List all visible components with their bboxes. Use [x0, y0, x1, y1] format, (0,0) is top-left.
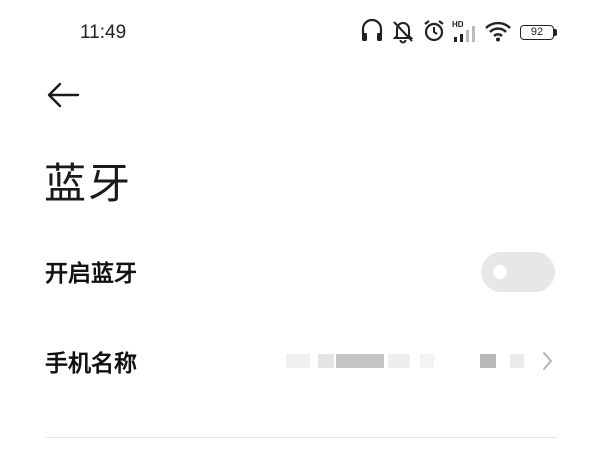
toggle-knob	[493, 265, 507, 279]
redacted-block	[336, 354, 384, 368]
alarm-icon	[422, 18, 446, 48]
status-icons: HD 92	[360, 18, 560, 48]
redacted-block	[480, 354, 496, 368]
bluetooth-toggle-switch[interactable]	[481, 252, 555, 292]
page-title: 蓝牙	[44, 159, 133, 208]
bluetooth-toggle-label: 开启蓝牙	[45, 261, 137, 287]
redacted-block	[510, 354, 524, 368]
battery-tip	[554, 29, 557, 36]
device-name-value	[280, 350, 530, 372]
status-bar: 11:49 HD 92	[0, 0, 600, 66]
wifi-icon	[484, 18, 512, 48]
hd-signal-icon: HD	[452, 18, 480, 48]
redacted-block	[318, 354, 334, 368]
headphones-icon	[360, 18, 384, 48]
device-name-row[interactable]: 手机名称	[0, 326, 600, 396]
battery-icon: 92	[520, 25, 554, 40]
status-time: 11:49	[80, 22, 127, 43]
redacted-block	[388, 354, 410, 368]
arrow-left-icon	[47, 82, 80, 108]
redacted-block	[420, 354, 434, 368]
back-button[interactable]	[44, 78, 84, 112]
redacted-block	[286, 354, 310, 368]
divider	[45, 437, 557, 438]
muted-bell-icon	[390, 18, 416, 48]
device-name-label: 手机名称	[45, 351, 137, 377]
chevron-right-icon	[540, 350, 554, 376]
bluetooth-toggle-row[interactable]: 开启蓝牙	[0, 236, 600, 306]
network-label: HD	[452, 20, 464, 29]
